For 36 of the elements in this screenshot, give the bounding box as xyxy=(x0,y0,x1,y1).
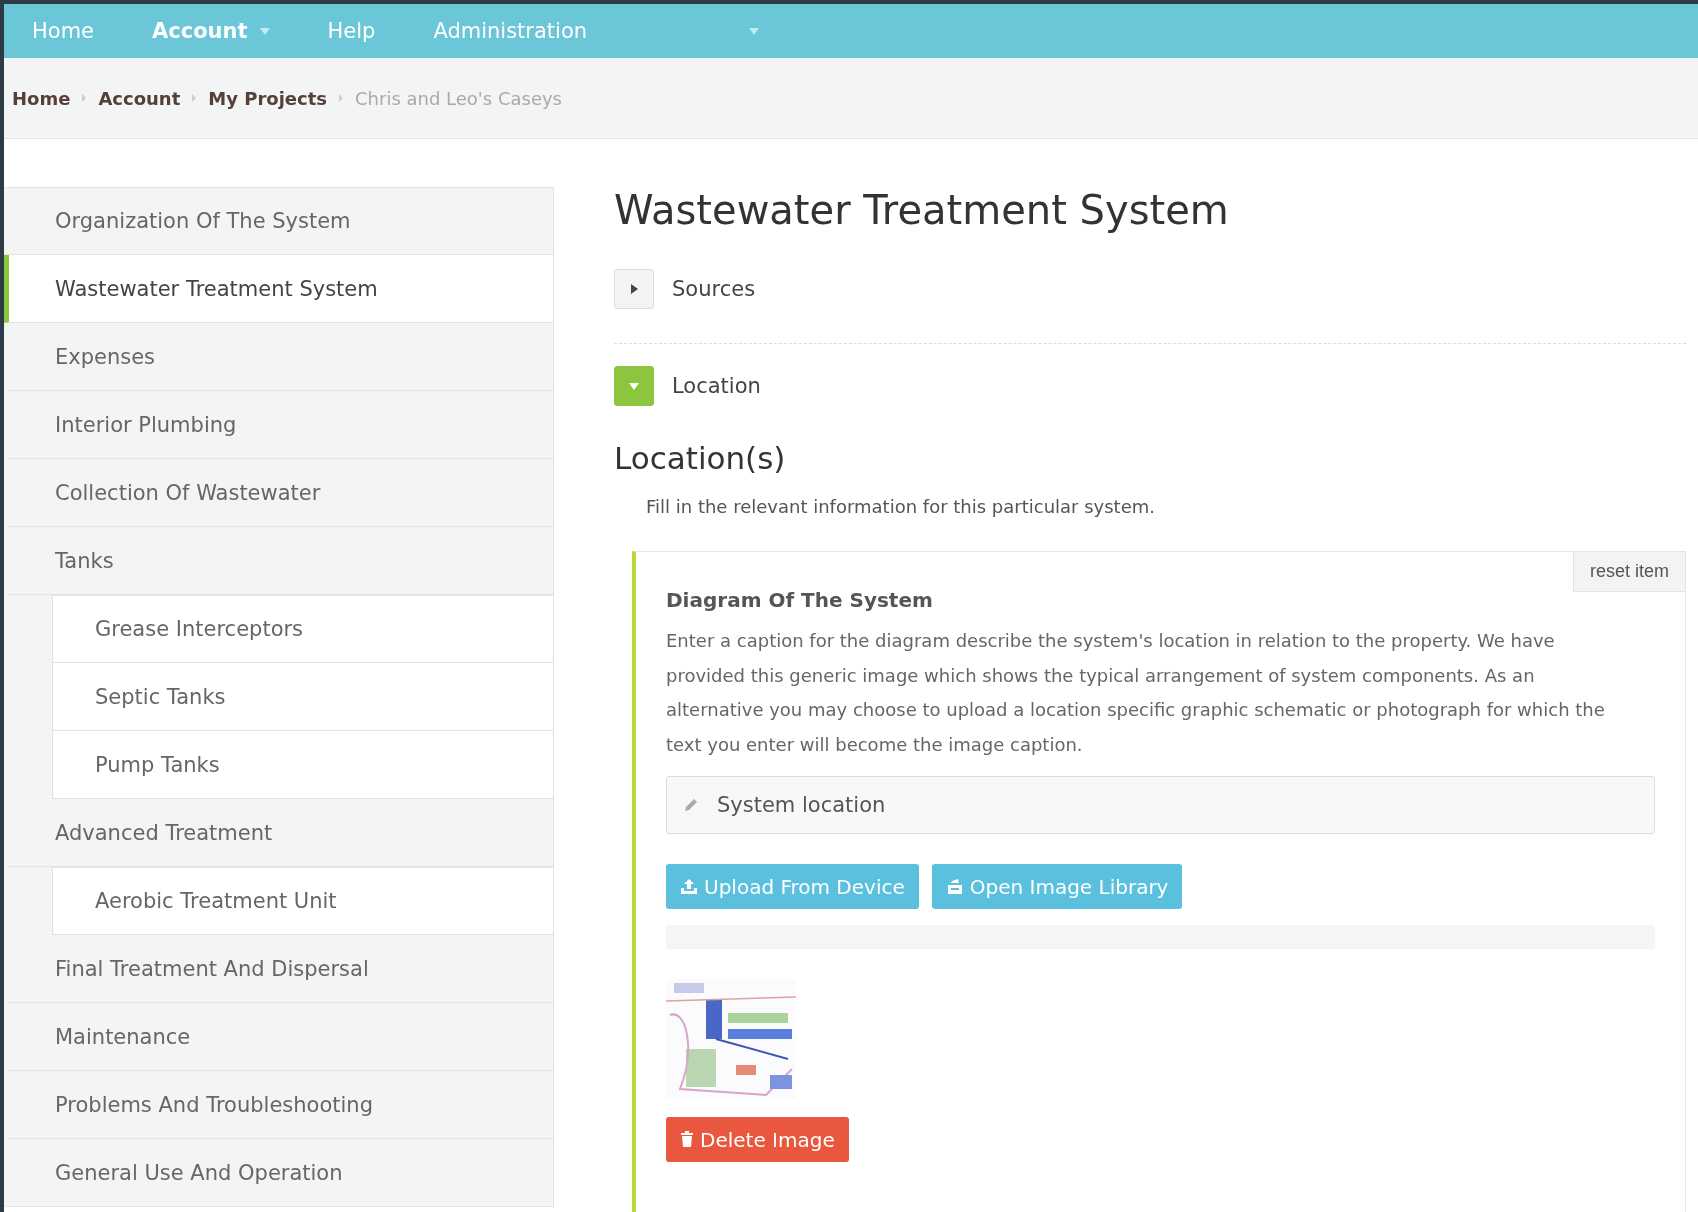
upload-icon xyxy=(680,878,698,896)
toggle-button[interactable] xyxy=(614,366,654,406)
caption-field[interactable]: System location xyxy=(666,776,1655,835)
sidebar-item[interactable]: Expenses xyxy=(4,323,554,391)
sidebar-item[interactable]: Final Treatment And Dispersal xyxy=(4,935,554,1003)
breadcrumb-current: Chris and Leo's Caseys xyxy=(355,87,562,109)
section-label[interactable]: Location xyxy=(672,374,761,398)
sidebar-item[interactable]: Interior Plumbing xyxy=(4,391,554,459)
toggle-button[interactable] xyxy=(614,269,654,309)
page-title: Wastewater Treatment System xyxy=(614,187,1230,233)
caret-icon xyxy=(259,27,270,35)
delete-button[interactable]: Delete Image xyxy=(666,1117,849,1163)
sidebar-item[interactable]: Maintenance xyxy=(4,1003,554,1071)
trash-icon xyxy=(680,1131,694,1149)
sidebar-item[interactable]: Grease Interceptors xyxy=(52,595,554,663)
breadcrumb-link[interactable]: Account xyxy=(98,87,181,109)
folder-icon xyxy=(945,878,964,896)
section-label[interactable]: Sources xyxy=(672,277,756,301)
section-heading: Location(s) xyxy=(614,440,787,476)
sidebar-item[interactable]: Organization Of The System xyxy=(4,187,554,255)
item-description: Enter a caption for the diagram describe the system's location in relation to the property. We have provided this generic image which shows the typical arrangement of system components. As an alternative you may choose to upload a location specific graphic schematic or photograph for which the text you enter will become the image caption. xyxy=(666,629,1606,757)
sidebar-item[interactable]: Pump Tanks xyxy=(52,731,554,799)
intro-text: Fill in the relevant information for this particular system. xyxy=(646,496,1156,517)
sidebar-item[interactable]: Wastewater Treatment System xyxy=(4,255,554,323)
sidebar-item[interactable]: Advanced Treatment xyxy=(4,799,554,867)
caret-icon xyxy=(749,27,760,35)
sidebar-item[interactable]: General Use And Operation xyxy=(4,1139,554,1207)
item-title: Diagram Of The System xyxy=(666,588,934,612)
sidebar-item[interactable]: Septic Tanks xyxy=(52,663,554,731)
sidebar-item[interactable]: Aerobic Treatment Unit xyxy=(52,867,554,935)
breadcrumb-link[interactable]: Home xyxy=(12,87,71,109)
breadcrumb-link[interactable]: My Projects xyxy=(208,87,327,109)
sidebar-item[interactable]: Collection Of Wastewater xyxy=(4,459,554,527)
sidebar-item[interactable]: Tanks xyxy=(4,527,554,595)
sidebar-item[interactable]: Problems And Troubleshooting xyxy=(4,1071,554,1139)
reset-button[interactable]: reset item xyxy=(1572,552,1685,592)
